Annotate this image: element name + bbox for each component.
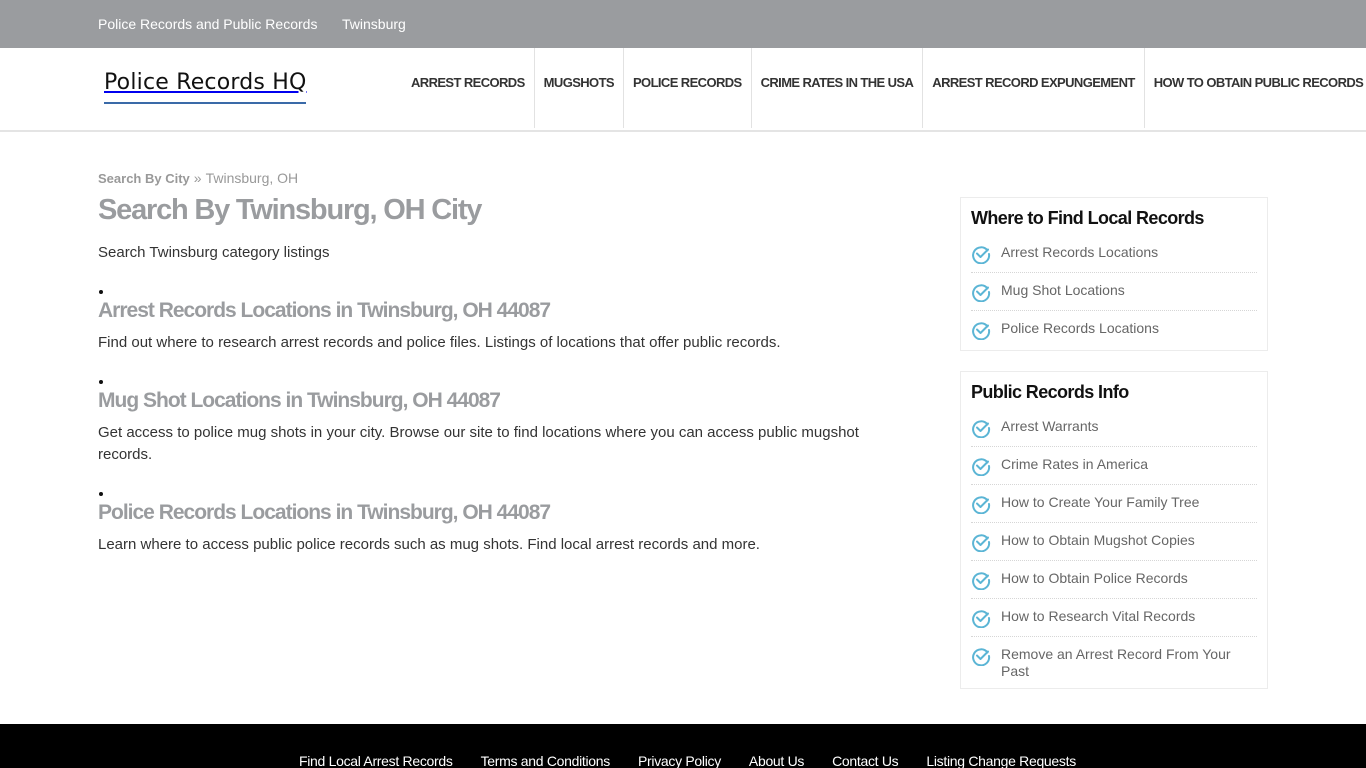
widget-link[interactable]: Mug Shot Locations xyxy=(1001,282,1125,299)
nav-police-records[interactable]: POLICE RECORDS xyxy=(624,48,752,128)
listing-title-arrest-records[interactable]: Arrest Records Locations in Twinsburg, O… xyxy=(98,299,888,323)
listing-title-police-records[interactable]: Police Records Locations in Twinsburg, O… xyxy=(98,501,888,525)
site-footer: Find Local Arrest Records Terms and Cond… xyxy=(0,724,1366,768)
logo-text: Police Records HQ xyxy=(104,70,307,95)
check-circle-icon xyxy=(972,458,991,476)
widget-item[interactable]: Arrest Warrants xyxy=(971,409,1257,447)
listing-description: Get access to police mug shots in your c… xyxy=(98,424,859,463)
listing-item: Arrest Records Locations in Twinsburg, O… xyxy=(98,290,888,354)
bullet-icon xyxy=(99,492,103,496)
widget-local-records: Where to Find Local Records Arrest Recor… xyxy=(960,197,1268,351)
listing-description: Find out where to research arrest record… xyxy=(98,334,781,351)
widget-item[interactable]: Remove an Arrest Record From Your Past xyxy=(971,637,1257,688)
breadcrumb-search-by-city[interactable]: Search By City xyxy=(98,171,190,186)
bullet-icon xyxy=(99,380,103,384)
check-circle-icon xyxy=(972,496,991,514)
page-title: Search By Twinsburg, OH City xyxy=(98,194,482,226)
check-circle-icon xyxy=(972,648,991,666)
breadcrumb: Search By City» Twinsburg, OH xyxy=(98,170,298,186)
listing-item: Police Records Locations in Twinsburg, O… xyxy=(98,492,888,556)
breadcrumb-current: Twinsburg, OH xyxy=(205,170,299,186)
widget-link[interactable]: Arrest Records Locations xyxy=(1001,244,1158,261)
widget-link[interactable]: How to Obtain Police Records xyxy=(1001,570,1188,587)
site-header: Police Records HQ ARREST RECORDS MUGSHOT… xyxy=(0,48,1366,132)
widget-item[interactable]: Mug Shot Locations xyxy=(971,273,1257,311)
footer-link-privacy[interactable]: Privacy Policy xyxy=(638,753,721,768)
footer-link-terms[interactable]: Terms and Conditions xyxy=(481,753,611,768)
top-bar: Police Records and Public Records Twinsb… xyxy=(0,0,1366,48)
footer-link-find-local-arrest-records[interactable]: Find Local Arrest Records xyxy=(299,753,453,768)
widget-link[interactable]: How to Research Vital Records xyxy=(1001,608,1195,625)
widget-link[interactable]: Crime Rates in America xyxy=(1001,456,1148,473)
site-logo[interactable]: Police Records HQ xyxy=(104,68,306,106)
widget-item[interactable]: How to Research Vital Records xyxy=(971,599,1257,637)
widget-item[interactable]: How to Obtain Police Records xyxy=(971,561,1257,599)
main-nav: ARREST RECORDS MUGSHOTS POLICE RECORDS C… xyxy=(402,48,1366,128)
logo-underline xyxy=(104,102,306,104)
widget-title: Public Records Info xyxy=(971,382,1129,402)
footer-link-about[interactable]: About Us xyxy=(749,753,804,768)
topbar-link-home[interactable]: Police Records and Public Records xyxy=(98,16,317,32)
nav-crime-rates[interactable]: CRIME RATES IN THE USA xyxy=(752,48,924,128)
widget-title: Where to Find Local Records xyxy=(971,208,1204,228)
widget-item[interactable]: How to Create Your Family Tree xyxy=(971,485,1257,523)
widget-link[interactable]: Remove an Arrest Record From Your Past xyxy=(1001,646,1231,680)
widget-item[interactable]: Arrest Records Locations xyxy=(971,235,1257,273)
listing-item: Mug Shot Locations in Twinsburg, OH 4408… xyxy=(98,380,888,466)
widget-link[interactable]: How to Obtain Mugshot Copies xyxy=(1001,532,1195,549)
check-circle-icon xyxy=(972,534,991,552)
check-circle-icon xyxy=(972,322,991,340)
check-circle-icon xyxy=(972,610,991,628)
listing-title-mug-shots[interactable]: Mug Shot Locations in Twinsburg, OH 4408… xyxy=(98,389,888,413)
widget-link[interactable]: Police Records Locations xyxy=(1001,320,1159,337)
nav-obtain-public-records[interactable]: HOW TO OBTAIN PUBLIC RECORDS xyxy=(1145,48,1366,128)
footer-link-listing-change-requests[interactable]: Listing Change Requests xyxy=(926,753,1076,768)
widget-item[interactable]: How to Obtain Mugshot Copies xyxy=(971,523,1257,561)
footer-link-contact[interactable]: Contact Us xyxy=(832,753,899,768)
intro-text: Search Twinsburg category listings xyxy=(98,244,330,261)
nav-arrest-record-expungement[interactable]: ARREST RECORD EXPUNGEMENT xyxy=(923,48,1145,128)
check-circle-icon xyxy=(972,284,991,302)
breadcrumb-separator: » xyxy=(193,170,202,186)
nav-mugshots[interactable]: MUGSHOTS xyxy=(535,48,624,128)
widget-item[interactable]: Police Records Locations xyxy=(971,311,1257,348)
widget-item[interactable]: Crime Rates in America xyxy=(971,447,1257,485)
widget-link[interactable]: Arrest Warrants xyxy=(1001,418,1099,435)
check-circle-icon xyxy=(972,246,991,264)
bullet-icon xyxy=(99,290,103,294)
topbar-link-twinsburg[interactable]: Twinsburg xyxy=(342,16,406,32)
listing-description: Learn where to access public police reco… xyxy=(98,536,760,553)
widget-public-records-info: Public Records Info Arrest Warrants Crim… xyxy=(960,371,1268,689)
check-circle-icon xyxy=(972,572,991,590)
footer-links: Find Local Arrest Records Terms and Cond… xyxy=(299,753,1104,768)
nav-arrest-records[interactable]: ARREST RECORDS xyxy=(402,48,535,128)
widget-link[interactable]: How to Create Your Family Tree xyxy=(1001,494,1199,511)
check-circle-icon xyxy=(972,420,991,438)
